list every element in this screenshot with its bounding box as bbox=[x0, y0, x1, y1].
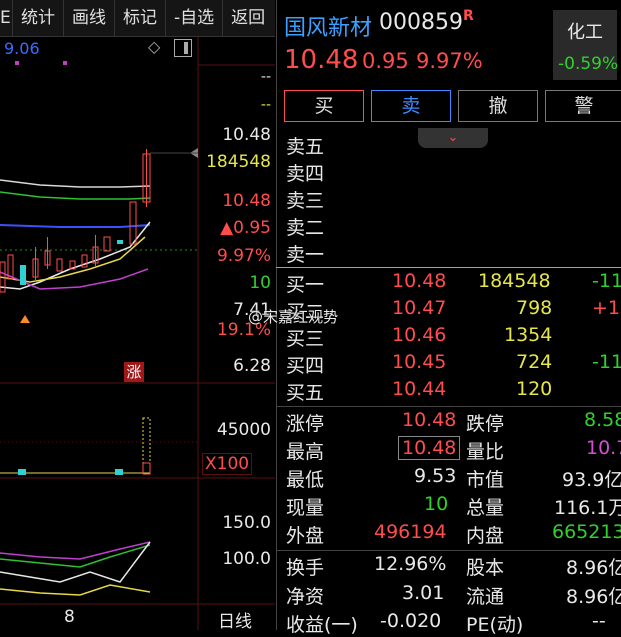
stat-row: 换手 12.96% 股本 8.96亿 bbox=[286, 553, 621, 579]
kline-chart[interactable]: 9.06 ◇ -- -- 10.48 184548 10.48 ▲0.95 9.… bbox=[0, 37, 275, 632]
toolbar-cut-item[interactable]: E bbox=[0, 0, 13, 36]
toolbar-mark-button[interactable]: 标记 bbox=[115, 0, 166, 36]
panel-toggle-icon[interactable] bbox=[174, 39, 192, 57]
margin-flag: R bbox=[463, 8, 474, 24]
stat-row: 净资 3.01 流通 8.96亿 bbox=[286, 582, 621, 608]
cancel-order-button[interactable]: 撤 bbox=[458, 90, 538, 122]
sector-pct: -0.59% bbox=[558, 54, 619, 74]
stock-code: 000859 bbox=[379, 10, 463, 35]
alert-button[interactable]: 警 bbox=[545, 90, 621, 122]
axis-volume: 184548 bbox=[206, 152, 271, 172]
stat-row: 现量 10 总量 116.1万 bbox=[286, 493, 621, 519]
indicator-axis-label-1: 150.0 bbox=[222, 513, 271, 533]
signal-dot bbox=[15, 61, 19, 65]
bid-row: 买三 10.46 1354 bbox=[286, 324, 553, 350]
stat-row: 最高 10.48 量比 10.74 bbox=[286, 436, 621, 463]
watermark: @宋嘉红观势 bbox=[248, 308, 339, 326]
limit-up-badge: 涨 bbox=[124, 362, 144, 382]
x-axis-label: 8 bbox=[64, 607, 75, 627]
ask-row: 卖五 bbox=[286, 136, 325, 158]
sell-button[interactable]: 卖 bbox=[371, 90, 451, 122]
ask-row: 卖四 bbox=[286, 163, 325, 185]
quote-panel: 国风新材 000859 R 10.48 0.95 9.97% 化工 -0.59%… bbox=[248, 0, 621, 636]
stock-name: 国风新材 bbox=[284, 16, 373, 41]
axis-pct: 9.97% bbox=[216, 246, 271, 266]
ask-row: 卖三 bbox=[286, 190, 325, 212]
stat-row: 涨停 10.48 跌停 8.58 bbox=[286, 409, 621, 435]
diamond-icon[interactable]: ◇ bbox=[148, 37, 160, 56]
toolbar: E 统计 画线 标记 -自选 返回 bbox=[0, 0, 275, 37]
volume-multiplier: X100 bbox=[202, 453, 253, 475]
toolbar-back-button[interactable]: 返回 bbox=[223, 0, 273, 36]
price-pct: 9.97% bbox=[416, 49, 483, 73]
price-change: 0.95 bbox=[362, 49, 409, 73]
period-button[interactable]: 日线 bbox=[218, 607, 252, 632]
axis-ref: 10 bbox=[249, 273, 271, 293]
axis-label-top1: -- bbox=[260, 69, 271, 85]
arrow-up-marker bbox=[20, 315, 30, 323]
indicator-axis-label-2: 100.0 bbox=[222, 549, 271, 569]
axis-price-high: 10.48 bbox=[222, 125, 271, 145]
toolbar-draw-button[interactable]: 画线 bbox=[64, 0, 115, 36]
sector-name: 化工 bbox=[567, 22, 603, 43]
axis-price-low: 6.28 bbox=[233, 356, 271, 376]
stat-row: 外盘 496194 内盘 665213 bbox=[286, 521, 621, 547]
bid-row: 买四 10.45 724 -11 bbox=[286, 351, 621, 377]
ask-row: 卖一 bbox=[286, 244, 325, 266]
current-price: 10.48 bbox=[284, 45, 359, 75]
buy-button[interactable]: 买 bbox=[284, 90, 364, 122]
toolbar-stats-button[interactable]: 统计 bbox=[13, 0, 64, 36]
sector-box[interactable]: 化工 -0.59% bbox=[553, 10, 619, 80]
toolbar-unwatch-button[interactable]: -自选 bbox=[166, 0, 224, 36]
ma-value: 9.06 bbox=[4, 39, 40, 58]
stat-row: 收益(一) -0.020 PE(动) -- bbox=[286, 610, 606, 636]
axis-change: ▲0.95 bbox=[220, 218, 271, 238]
volume-axis-label: 45000 bbox=[216, 420, 271, 440]
ask-row: 卖二 bbox=[286, 217, 325, 239]
bid-row: 买一 10.48 184548 -11 bbox=[286, 270, 621, 296]
stat-row: 最低 9.53 市值 93.9亿 bbox=[286, 465, 621, 491]
signal-dot bbox=[63, 61, 67, 65]
bid-row: 买五 10.44 120 bbox=[286, 378, 553, 404]
axis-label-top2: -- bbox=[260, 97, 271, 113]
axis-price-current: 10.48 bbox=[222, 191, 271, 211]
